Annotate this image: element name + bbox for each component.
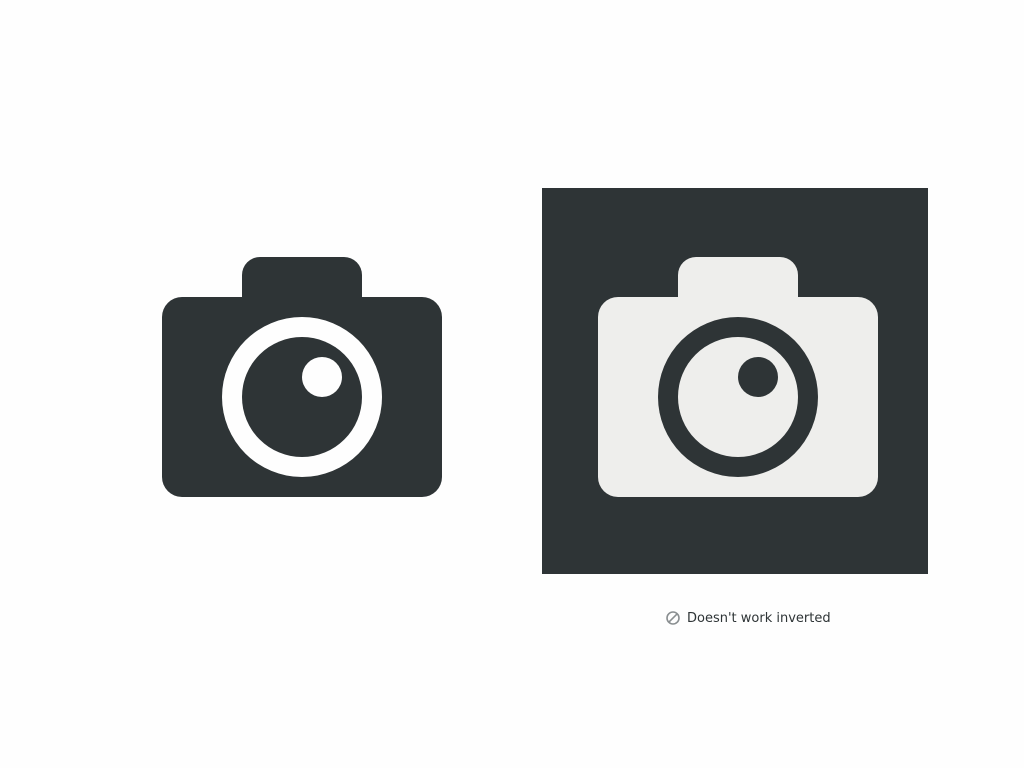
caption-text: Doesn't work inverted — [687, 610, 831, 626]
camera-icon-inverted — [598, 257, 878, 497]
inverted-preview-tile — [542, 188, 928, 574]
camera-icon — [162, 257, 442, 497]
not-allowed-icon — [666, 611, 680, 625]
inverted-warning-caption: Doesn't work inverted — [665, 608, 831, 628]
icon-preview-canvas: Doesn't work inverted — [0, 0, 1024, 768]
